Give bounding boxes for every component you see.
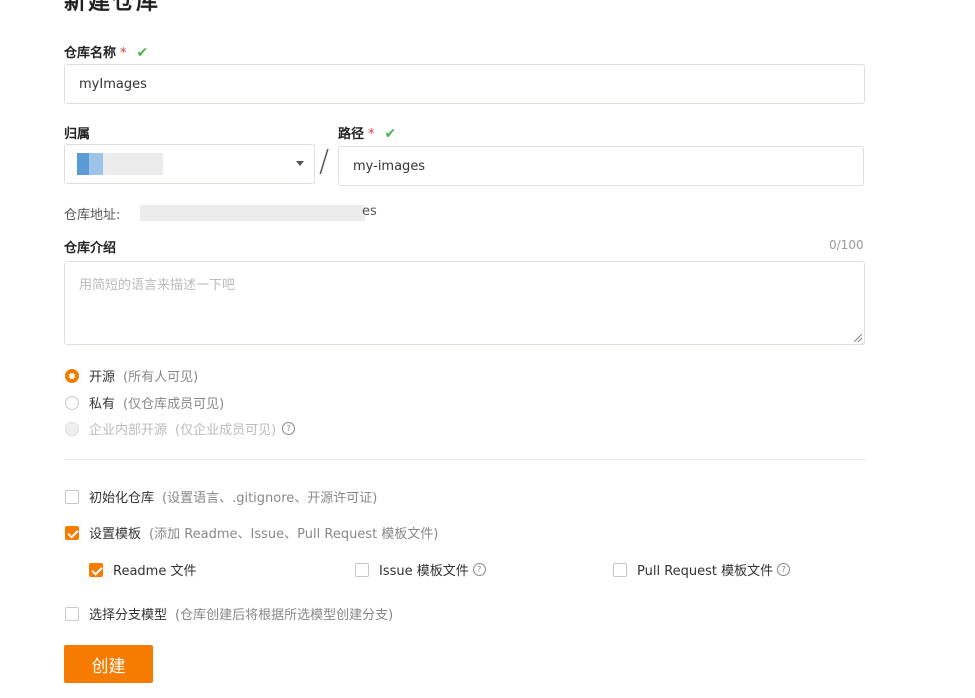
visibility-option-public[interactable]: 开源 (所有人可见)	[65, 366, 198, 385]
create-button[interactable]: 创建	[64, 645, 153, 683]
visibility-option-label: 开源	[89, 370, 116, 385]
template-pull-request[interactable]: Pull Request 模板文件 ?	[613, 560, 791, 579]
templates-hint: (添加 Readme、Issue、Pull Request 模板文件)	[149, 527, 439, 542]
required-mark: *	[368, 127, 375, 142]
branch-model-label: 选择分支模型	[89, 608, 168, 623]
page-title: 新建仓库	[64, 0, 161, 15]
check-icon: ✔	[384, 126, 397, 142]
template-pr-label: Pull Request 模板文件	[637, 564, 774, 579]
radio-icon[interactable]	[65, 395, 79, 410]
help-icon[interactable]: ?	[777, 563, 791, 576]
repo-name-label: 仓库名称 * ✔	[64, 42, 148, 61]
path-label: 路径 * ✔	[338, 123, 396, 142]
init-repo-hint: (设置语言、.gitignore、开源许可证)	[162, 491, 378, 506]
templates-option[interactable]: 设置模板 (添加 Readme、Issue、Pull Request 模板文件)	[65, 523, 438, 542]
path-value: my-images	[353, 158, 426, 174]
visibility-option-hint: (所有人可见)	[123, 370, 199, 385]
visibility-option-label: 私有	[89, 397, 116, 412]
chevron-down-icon	[296, 161, 304, 166]
repo-name-input[interactable]: myImages	[64, 64, 865, 104]
repo-address-blur	[140, 205, 365, 221]
path-separator: /	[319, 144, 330, 179]
repo-name-label-text: 仓库名称	[64, 46, 117, 61]
visibility-option-label: 企业内部开源	[89, 423, 168, 438]
description-placeholder: 用简短的语言来描述一下吧	[79, 278, 236, 293]
checkbox-icon[interactable]	[355, 562, 369, 577]
description-textarea[interactable]: 用简短的语言来描述一下吧	[64, 261, 865, 345]
repo-address-suffix: es	[362, 204, 377, 219]
radio-disabled-icon	[65, 421, 79, 436]
checkbox-checked-icon[interactable]	[89, 562, 103, 577]
resize-handle-icon[interactable]	[854, 334, 862, 342]
branch-model-hint: (仓库创建后将根据所选模型创建分支)	[175, 608, 394, 623]
template-readme-label: Readme 文件	[113, 564, 197, 579]
checkbox-icon[interactable]	[65, 606, 79, 621]
help-icon[interactable]: ?	[282, 422, 296, 435]
template-readme[interactable]: Readme 文件	[89, 560, 196, 579]
required-mark: *	[120, 46, 127, 61]
template-issue[interactable]: Issue 模板文件 ?	[355, 560, 486, 579]
visibility-option-hint: (仅企业成员可见)	[175, 423, 277, 438]
visibility-option-hint: (仅仓库成员可见)	[123, 397, 225, 412]
owner-avatar	[77, 153, 89, 175]
description-counter: 0/100	[829, 238, 864, 252]
owner-label: 归属	[64, 127, 91, 142]
owner-name-blur	[103, 153, 163, 175]
radio-selected-icon[interactable]	[65, 368, 79, 383]
owner-avatar-blur	[89, 153, 103, 175]
visibility-option-enterprise: 企业内部开源 (仅企业成员可见) ?	[65, 419, 296, 438]
repo-address-label: 仓库地址:	[64, 208, 121, 223]
visibility-option-private[interactable]: 私有 (仅仓库成员可见)	[65, 393, 224, 412]
checkbox-icon[interactable]	[65, 489, 79, 504]
template-issue-label: Issue 模板文件	[379, 564, 469, 579]
checkbox-checked-icon[interactable]	[65, 525, 79, 540]
branch-model-option[interactable]: 选择分支模型 (仓库创建后将根据所选模型创建分支)	[65, 604, 393, 623]
init-repo-label: 初始化仓库	[89, 491, 155, 506]
owner-select[interactable]	[64, 144, 315, 184]
repo-name-value: myImages	[79, 76, 147, 92]
path-input[interactable]: my-images	[338, 146, 864, 186]
checkbox-icon[interactable]	[613, 562, 627, 577]
path-label-text: 路径	[338, 127, 365, 142]
divider	[64, 459, 865, 460]
check-icon: ✔	[136, 45, 149, 61]
templates-label: 设置模板	[89, 527, 142, 542]
init-repo-option[interactable]: 初始化仓库 (设置语言、.gitignore、开源许可证)	[65, 487, 377, 506]
description-label: 仓库介绍	[64, 241, 117, 256]
help-icon[interactable]: ?	[472, 563, 486, 576]
